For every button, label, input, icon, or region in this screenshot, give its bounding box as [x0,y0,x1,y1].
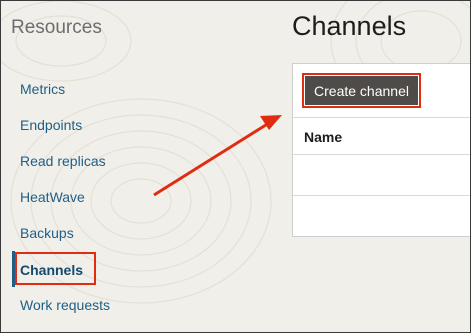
create-channel-button[interactable]: Create channel [305,76,418,105]
sidebar-item-metrics[interactable]: Metrics [20,81,65,97]
sidebar-item-heatwave[interactable]: HeatWave [20,189,85,205]
table-row [293,155,470,196]
table-header: Name [293,117,470,155]
screenshot-frame: Resources Metrics Endpoints Read replica… [0,0,471,333]
channels-highlight-box [15,252,96,285]
resources-heading: Resources [11,17,102,38]
sidebar-item-endpoints[interactable]: Endpoints [20,117,82,133]
page-title: Channels [292,11,407,41]
sidebar-item-backups[interactable]: Backups [20,225,74,241]
sidebar-item-read-replicas[interactable]: Read replicas [20,153,106,169]
table-row [293,196,470,237]
column-header-name[interactable]: Name [304,129,342,145]
channels-panel: Create channel Name [292,63,470,237]
sidebar-item-work-requests[interactable]: Work requests [20,297,110,313]
